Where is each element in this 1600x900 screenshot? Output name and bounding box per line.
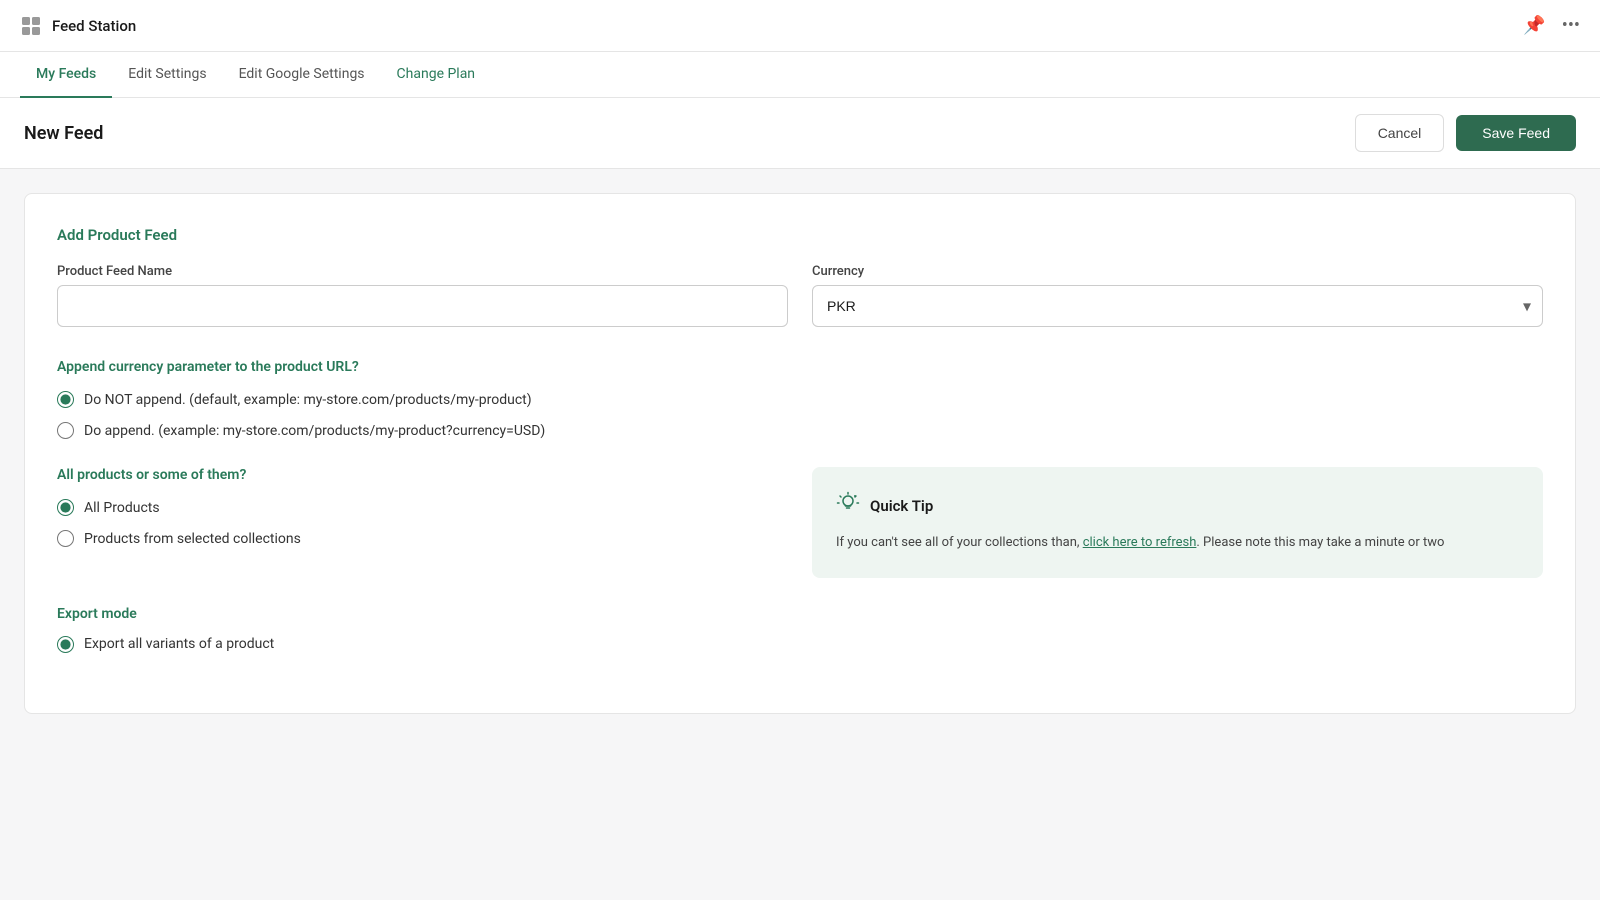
product-feed-name-group: Product Feed Name	[57, 264, 788, 327]
products-two-col: All products or some of them? All Produc…	[57, 467, 1543, 578]
tab-my-feeds[interactable]: My Feeds	[20, 52, 112, 98]
page-header: New Feed Cancel Save Feed	[0, 98, 1600, 169]
app-bar: Feed Station 📌 •••	[0, 0, 1600, 52]
export-mode-section: Export mode Export all variants of a pro…	[57, 606, 1543, 653]
products-section: All products or some of them? All Produc…	[57, 467, 1543, 578]
radio-no-append[interactable]: Do NOT append. (default, example: my-sto…	[57, 391, 1543, 408]
app-title: Feed Station	[52, 17, 136, 35]
radio-yes-append-input[interactable]	[57, 422, 74, 439]
quick-tip-container: Quick Tip If you can't see all of your c…	[812, 467, 1543, 578]
export-mode-title: Export mode	[57, 606, 1543, 622]
nav-tabs: My Feeds Edit Settings Edit Google Setti…	[0, 52, 1600, 98]
product-feed-name-input[interactable]	[57, 285, 788, 327]
save-feed-button[interactable]: Save Feed	[1456, 115, 1576, 151]
quick-tip-text: If you can't see all of your collections…	[836, 533, 1519, 554]
radio-all-products-input[interactable]	[57, 499, 74, 516]
radio-selected-collections-input[interactable]	[57, 530, 74, 547]
radio-selected-collections[interactable]: Products from selected collections	[57, 530, 788, 547]
append-currency-section: Append currency parameter to the product…	[57, 359, 1543, 439]
product-feed-name-label: Product Feed Name	[57, 264, 788, 279]
radio-no-append-input[interactable]	[57, 391, 74, 408]
add-product-feed-title: Add Product Feed	[57, 226, 1543, 244]
currency-group: Currency PKR USD EUR GBP AED ▾	[812, 264, 1543, 327]
quick-tip-text-before: If you can't see all of your collections…	[836, 535, 1083, 550]
radio-no-append-label: Do NOT append. (default, example: my-sto…	[84, 392, 532, 408]
tab-edit-settings[interactable]: Edit Settings	[112, 52, 222, 98]
main-content: Add Product Feed Product Feed Name Curre…	[0, 169, 1600, 738]
app-bar-left: Feed Station	[20, 15, 136, 37]
cancel-button[interactable]: Cancel	[1355, 114, 1445, 152]
refresh-link[interactable]: click here to refresh	[1083, 535, 1197, 550]
name-currency-row: Product Feed Name Currency PKR USD EUR G…	[57, 264, 1543, 327]
products-question: All products or some of them?	[57, 467, 788, 483]
radio-yes-append[interactable]: Do append. (example: my-store.com/produc…	[57, 422, 1543, 439]
products-left: All products or some of them? All Produc…	[57, 467, 788, 578]
app-bar-right: 📌 •••	[1523, 15, 1580, 36]
radio-yes-append-label: Do append. (example: my-store.com/produc…	[84, 423, 545, 439]
radio-export-all-variants-input[interactable]	[57, 636, 74, 653]
radio-selected-collections-label: Products from selected collections	[84, 531, 301, 547]
radio-export-all-variants[interactable]: Export all variants of a product	[57, 636, 1543, 653]
quick-tip-box: Quick Tip If you can't see all of your c…	[812, 467, 1543, 578]
page-title: New Feed	[24, 123, 103, 144]
quick-tip-text-after: . Please note this may take a minute or …	[1196, 535, 1444, 550]
currency-select[interactable]: PKR USD EUR GBP AED	[812, 285, 1543, 327]
quick-tip-title: Quick Tip	[870, 497, 933, 515]
header-actions: Cancel Save Feed	[1355, 114, 1576, 152]
currency-label: Currency	[812, 264, 1543, 279]
append-currency-question: Append currency parameter to the product…	[57, 359, 1543, 375]
radio-export-all-variants-label: Export all variants of a product	[84, 636, 274, 652]
app-logo	[20, 15, 42, 37]
pin-icon[interactable]: 📌	[1523, 15, 1545, 36]
lightbulb-icon	[836, 491, 860, 521]
tab-edit-google-settings[interactable]: Edit Google Settings	[223, 52, 381, 98]
quick-tip-header: Quick Tip	[836, 491, 1519, 521]
currency-select-wrapper: PKR USD EUR GBP AED ▾	[812, 285, 1543, 327]
form-card: Add Product Feed Product Feed Name Curre…	[24, 193, 1576, 714]
tab-change-plan[interactable]: Change Plan	[381, 52, 492, 98]
more-options-icon[interactable]: •••	[1562, 15, 1580, 36]
radio-all-products[interactable]: All Products	[57, 499, 788, 516]
radio-all-products-label: All Products	[84, 500, 160, 516]
